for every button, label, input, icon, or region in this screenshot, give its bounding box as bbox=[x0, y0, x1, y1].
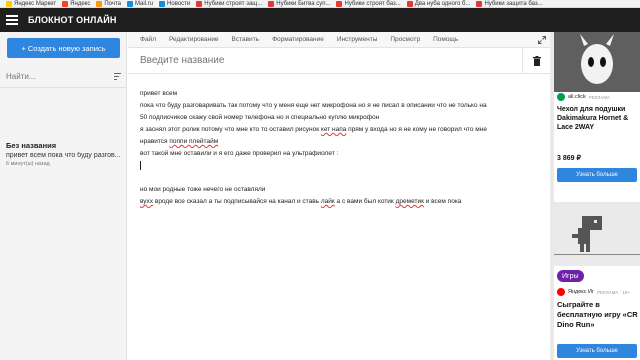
bookmark-icon bbox=[127, 0, 134, 7]
text-line: привет всем bbox=[140, 90, 178, 97]
ad-title[interactable]: Чехол для подушки Dakimakura Hornet & La… bbox=[557, 105, 639, 132]
bookmark-item[interactable]: Нубики защита баз... bbox=[476, 0, 543, 7]
ad-image[interactable] bbox=[554, 32, 640, 92]
bookmark-item[interactable]: Яндекс Маркет bbox=[6, 0, 56, 7]
search-input[interactable] bbox=[6, 72, 101, 81]
text-line bbox=[140, 172, 545, 184]
menu-icon[interactable] bbox=[6, 15, 18, 25]
bookmark-icon bbox=[6, 0, 12, 7]
menu-format[interactable]: Форматирование bbox=[272, 36, 324, 43]
bookmark-item[interactable]: Нубики строят баз... bbox=[336, 0, 401, 7]
note-title-input[interactable] bbox=[140, 55, 440, 66]
menu-help[interactable]: Помощь bbox=[433, 36, 458, 43]
ad-learn-more-button[interactable]: Узнать больше bbox=[557, 344, 637, 358]
menu-insert[interactable]: Вставить bbox=[232, 36, 260, 43]
delete-button[interactable] bbox=[522, 48, 550, 74]
note-preview: привет всем пока что буду разгов... bbox=[6, 152, 121, 159]
bookmark-item[interactable]: Нубики Битва суп... bbox=[268, 0, 330, 7]
app-header: БЛОКНОТ ОНЛАЙН bbox=[0, 8, 640, 32]
yandex-logo-icon bbox=[557, 288, 565, 296]
text-line: 50 подписчиков скажу свой номер телефона… bbox=[140, 114, 380, 121]
bookmark-icon bbox=[336, 0, 343, 7]
bookmark-icon bbox=[406, 0, 413, 7]
bookmark-item[interactable]: Яндекс bbox=[62, 0, 90, 7]
bookmark-icon bbox=[268, 0, 275, 7]
bookmark-item[interactable]: Mail.ru bbox=[127, 0, 153, 7]
text-line: вот такой мне оставили и я его даже пров… bbox=[140, 150, 339, 157]
bookmark-icon bbox=[62, 0, 69, 7]
bookmark-item[interactable]: Нубики строят защ... bbox=[196, 0, 262, 7]
note-timestamp: 6 минут(ы) назад bbox=[6, 161, 50, 167]
menu-file[interactable]: Файл bbox=[140, 36, 156, 43]
note-list-item[interactable]: Без названия привет всем пока что буду р… bbox=[0, 138, 126, 178]
menu-view[interactable]: Просмотр bbox=[390, 36, 420, 43]
editor-menubar: Файл Редактирование Вставить Форматирова… bbox=[128, 32, 550, 48]
sidebar: + Создать новую запись Без названия прив… bbox=[0, 32, 127, 360]
ad-title[interactable]: Сыграйте в бесплатную игру «CR Dino Run» bbox=[557, 300, 639, 330]
text-line: вухх вроде все сказал а ты подписывайся … bbox=[140, 198, 462, 205]
text-cursor bbox=[140, 160, 141, 170]
text-line: нравится поппи плейтайм bbox=[140, 138, 219, 145]
sort-icon[interactable] bbox=[114, 73, 121, 82]
ad-image-dino[interactable] bbox=[554, 202, 640, 266]
bookmark-item[interactable]: Новости bbox=[159, 0, 190, 7]
text-line: пока что буду разговаривать так потому ч… bbox=[140, 102, 487, 109]
ad-source[interactable]: ali.click РЕКЛАМА bbox=[557, 93, 610, 101]
bookmark-icon bbox=[96, 0, 103, 7]
bookmark-icon bbox=[196, 0, 203, 7]
bookmarks-bar: Яндекс Маркет Яндекс Почта Mail.ru Новости Ну… bbox=[0, 0, 640, 8]
text-line: я заснял этот ролик потому что мне кто т… bbox=[140, 126, 487, 133]
app-title: БЛОКНОТ ОНЛАЙН bbox=[28, 15, 117, 25]
menu-edit[interactable]: Редактирование bbox=[169, 36, 219, 43]
create-note-button[interactable]: + Создать новую запись bbox=[7, 38, 120, 58]
text-line: но мои родные тоже нечего не оставляли bbox=[140, 186, 266, 193]
games-badge: Игры bbox=[557, 270, 584, 282]
ad-price: 3 869 ₽ bbox=[557, 155, 581, 162]
text-line bbox=[140, 160, 545, 172]
fullscreen-icon[interactable] bbox=[538, 36, 546, 46]
trash-icon bbox=[532, 56, 541, 66]
bookmark-icon bbox=[159, 0, 166, 7]
editor-content[interactable]: привет всем пока что буду разговаривать … bbox=[140, 88, 545, 208]
bookmark-item[interactable]: Два нуба одного б... bbox=[406, 0, 470, 7]
ad-logo-icon bbox=[557, 93, 565, 101]
ad-column: ali.click РЕКЛАМА Чехол для подушки Dakim… bbox=[554, 32, 640, 360]
bookmark-icon bbox=[476, 0, 483, 7]
bookmark-item[interactable]: Почта bbox=[96, 0, 121, 7]
menu-tools[interactable]: Инструменты bbox=[337, 36, 378, 43]
ad-learn-more-button[interactable]: Узнать больше bbox=[557, 168, 637, 182]
title-bar bbox=[128, 48, 550, 74]
search-bar bbox=[0, 66, 127, 88]
ad-source[interactable]: Яндекс Иг РЕКЛАМА · 18+ bbox=[557, 288, 630, 296]
note-title: Без названия bbox=[6, 141, 57, 150]
